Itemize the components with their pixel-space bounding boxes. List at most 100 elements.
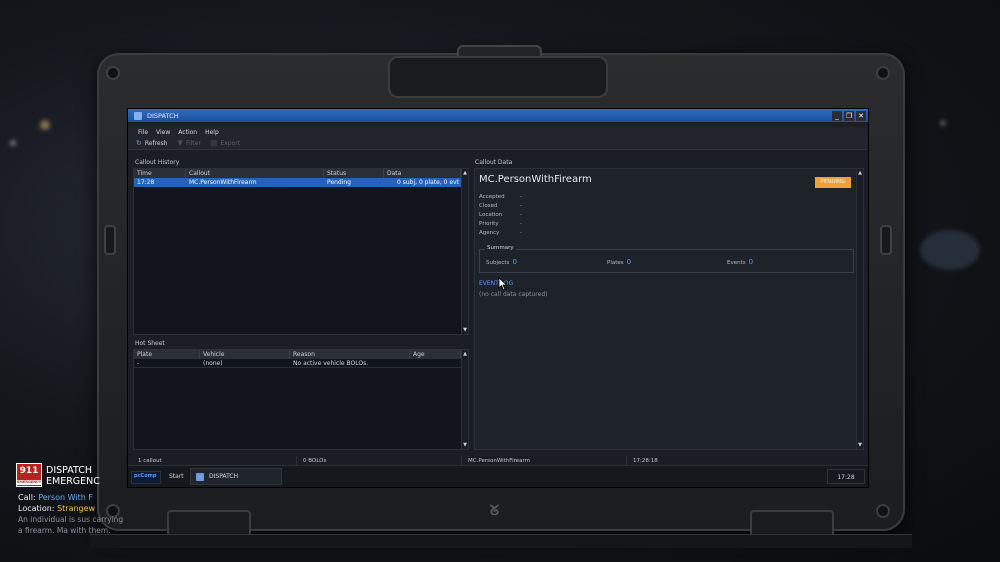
event-log-link[interactable]: EVENT LOG <box>479 280 513 287</box>
export-label: Export <box>220 139 241 147</box>
cell-data: 0 subj, 0 plate, 0 evt <box>397 179 459 186</box>
scrollbar[interactable]: ▲ ▼ <box>856 169 863 449</box>
background-light <box>920 230 980 270</box>
summary-label: Plates <box>607 260 624 266</box>
scroll-up-icon[interactable]: ▲ <box>462 170 468 176</box>
summary-count: 0 <box>512 258 517 266</box>
notification-call: Call: Person With F <box>18 493 93 502</box>
dispatch-app-icon <box>196 472 204 481</box>
table-header: Plate Vehicle Reason Age <box>134 350 461 359</box>
column-header-reason[interactable]: Reason <box>290 350 410 359</box>
taskbar-clock: 17:28 <box>827 469 865 484</box>
window-controls: _ ❐ ✕ <box>832 110 868 121</box>
background-light <box>940 120 946 126</box>
column-header-callout[interactable]: Callout <box>186 169 324 178</box>
scroll-up-icon[interactable]: ▲ <box>462 351 468 357</box>
cell-time: 17:28 <box>137 179 155 186</box>
event-log-empty-text: (no call data captured) <box>479 291 548 298</box>
table-row[interactable]: - (none) No active vehicle BOLOs. <box>134 359 461 368</box>
call-label: Call: <box>18 493 36 502</box>
field-value: - <box>520 203 522 209</box>
refresh-label: Refresh <box>144 139 168 147</box>
side-latch <box>104 225 116 255</box>
scrollbar[interactable]: ▲ ▼ <box>461 350 468 449</box>
summary-legend: Summary <box>485 245 516 251</box>
911-badge: 911 EMERGENCY <box>16 463 42 487</box>
summary-events: Events 0 <box>727 258 753 266</box>
cell-vehicle: (none) <box>203 359 223 367</box>
column-header-time[interactable]: Time <box>134 169 186 178</box>
cell-reason: No active vehicle BOLOs. <box>293 359 369 367</box>
summary-plates: Plates 0 <box>607 258 631 266</box>
laptop-logo-icon: ᘜ <box>490 503 500 519</box>
taskbar-dispatch-button[interactable]: DISPATCH <box>190 468 282 485</box>
hot-sheet-table: Plate Vehicle Reason Age - (none) No act… <box>133 349 469 450</box>
keyboard-edge <box>90 534 912 548</box>
field-label: Location <box>479 212 503 218</box>
cell-callout: MC.PersonWithFirearm <box>189 179 257 186</box>
mouse-cursor-icon <box>498 277 508 291</box>
scroll-down-icon[interactable]: ▼ <box>857 442 863 448</box>
callout-history-table: Time Callout Status Data 17:28 MC.Person… <box>133 168 469 335</box>
field-value: - <box>520 194 522 200</box>
background-light <box>10 140 16 146</box>
summary-label: Subjects <box>486 260 510 266</box>
start-button[interactable]: Start <box>169 473 184 480</box>
field-priority: Priority - <box>479 221 522 227</box>
summary-count: 0 <box>626 258 632 266</box>
filter-icon: ▼ <box>177 139 183 147</box>
notification-title-line: DISPATCH <box>46 465 93 476</box>
scroll-down-icon[interactable]: ▼ <box>462 442 468 448</box>
field-label: Agency <box>479 230 500 236</box>
taskbar: pcComp Start DISPATCH 17:28 <box>128 465 868 487</box>
screw-icon <box>876 504 890 518</box>
field-agency: Agency - <box>479 230 522 236</box>
column-header-status[interactable]: Status <box>324 169 384 178</box>
scroll-down-icon[interactable]: ▼ <box>462 327 468 333</box>
field-label: Accepted <box>479 194 505 200</box>
close-button[interactable]: ✕ <box>856 110 866 121</box>
title-bar: DISPATCH _ ❐ ✕ <box>128 109 868 122</box>
screw-icon <box>876 66 890 80</box>
summary-count: 0 <box>748 258 754 266</box>
field-location: Location - <box>479 212 522 218</box>
field-closed: Closed - <box>479 203 522 209</box>
taskbar-dispatch-label: DISPATCH <box>209 473 239 480</box>
callout-history-label: Callout History <box>135 159 180 166</box>
minimize-button[interactable]: _ <box>832 110 842 121</box>
menu-view[interactable]: View <box>156 129 170 136</box>
refresh-button[interactable]: ↻ Refresh <box>136 139 168 147</box>
column-header-plate[interactable]: Plate <box>134 350 200 359</box>
column-header-data[interactable]: Data <box>384 169 461 178</box>
column-header-age[interactable]: Age <box>410 350 461 359</box>
table-header: Time Callout Status Data <box>134 169 461 178</box>
notification-location: Location: Strangew <box>18 504 95 513</box>
screw-icon <box>106 66 120 80</box>
column-header-vehicle[interactable]: Vehicle <box>200 350 290 359</box>
location-value: Strangew <box>57 504 96 513</box>
field-value: - <box>520 221 522 227</box>
hot-sheet-label: Hot Sheet <box>135 340 165 347</box>
badge-subtext: EMERGENCY <box>17 480 42 485</box>
laptop-top-latch <box>388 56 608 98</box>
callout-data-label: Callout Data <box>475 159 513 166</box>
restore-button[interactable]: ❐ <box>844 110 854 121</box>
toolbar: ↻ Refresh ▼ Filter ▤ Export <box>128 137 868 150</box>
pccomp-logo[interactable]: pcComp <box>131 471 161 484</box>
menu-help[interactable]: Help <box>205 129 219 136</box>
filter-button[interactable]: ▼ Filter <box>178 139 201 147</box>
scroll-up-icon[interactable]: ▲ <box>857 170 863 176</box>
badge-number: 911 <box>19 466 39 476</box>
summary-subjects: Subjects 0 <box>486 258 517 266</box>
menu-file[interactable]: File <box>138 129 148 136</box>
cell-status: Pending <box>327 179 351 186</box>
menu-action[interactable]: Action <box>178 129 197 136</box>
table-row[interactable]: 17:28 MC.PersonWithFirearm Pending 0 sub… <box>134 178 461 187</box>
callout-title: MC.PersonWithFirearm <box>479 174 592 185</box>
summary-label: Events <box>727 260 746 266</box>
scrollbar[interactable]: ▲ ▼ <box>461 169 468 334</box>
side-latch <box>880 225 892 255</box>
refresh-icon: ↻ <box>136 139 142 147</box>
notification-description: An individual is sus carrying a firearm.… <box>18 515 124 535</box>
export-button[interactable]: ▤ Export <box>211 139 240 147</box>
